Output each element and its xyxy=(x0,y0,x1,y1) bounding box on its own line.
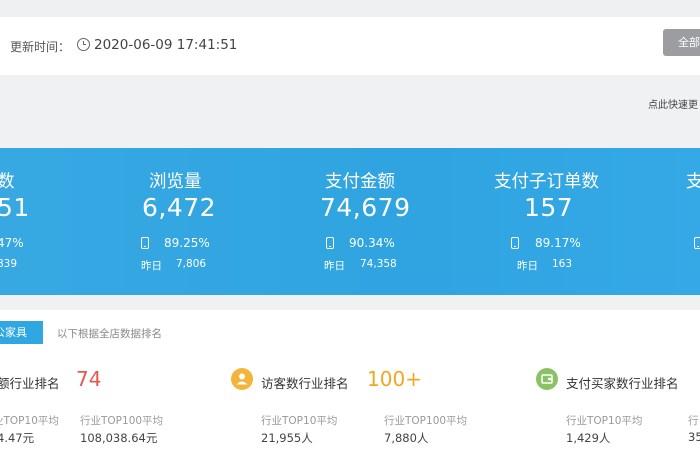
top10-avg-value: 21,955人 xyxy=(261,431,313,445)
top100-avg-label: 行业TOP100平均 xyxy=(80,415,164,427)
top10-avg-label: 业TOP10平均 xyxy=(0,415,59,427)
tab-category[interactable]: 公家具 xyxy=(0,321,43,344)
rank-basis-note: 以下根据全店数据排名 xyxy=(57,328,162,340)
top10-avg-value: 1,429人 xyxy=(566,431,611,445)
top10-avg-value: 4.47元 xyxy=(0,431,35,445)
top100-avg-value: 7,880人 xyxy=(384,431,429,445)
metric-yesterday-label: 昨日 xyxy=(141,260,162,272)
rank-value: 100+ xyxy=(367,367,422,391)
mobile-icon xyxy=(694,237,700,249)
top100-avg-label: 行业TOP100平均 xyxy=(384,415,468,427)
rank-label: 访客数行业排名 xyxy=(261,376,349,391)
metric-yesterday-label: 昨日 xyxy=(324,260,345,272)
mobile-icon xyxy=(141,237,149,249)
top100-avg-value: 35 xyxy=(688,430,700,444)
person-icon xyxy=(231,368,253,390)
metric-title: 支付子订单数 xyxy=(494,172,599,192)
industry-rank-panel: 公家具 以下根据全店数据排名 额行业排名 74 业TOP10平均 4.47元 行… xyxy=(0,310,700,470)
wallet-icon xyxy=(536,368,558,390)
metric-yesterday-value: 7,806 xyxy=(176,258,207,270)
quick-update-link[interactable]: 点此快速更 xyxy=(648,96,698,111)
metric-card-visitors[interactable]: 数 51 47% 839 xyxy=(0,148,60,295)
metric-title: 支 xyxy=(686,172,700,192)
metric-yesterday-value: 839 xyxy=(0,258,18,270)
metric-yesterday-value: 163 xyxy=(552,258,573,270)
metric-yesterday-value: 74,358 xyxy=(360,258,397,270)
metric-card-paid-suborders[interactable]: 支付子订单数 157 89.17% 昨日 163 xyxy=(492,148,652,295)
rank-label: 支付买家数行业排名 xyxy=(566,376,679,391)
metric-mobile-pct: 47% xyxy=(0,236,24,250)
mobile-icon xyxy=(511,237,519,249)
metrics-banner: 数 51 47% 839 浏览量 6,472 89.25% 昨日 7,806 支… xyxy=(0,148,700,295)
metric-yesterday-label: 昨日 xyxy=(517,260,538,272)
metric-title: 支付金额 xyxy=(325,172,395,192)
metric-card-pageviews[interactable]: 浏览量 6,472 89.25% 昨日 7,806 xyxy=(140,148,280,295)
update-time-value: 2020-06-09 17:41:51 xyxy=(94,37,238,53)
top10-avg-label: 行业TOP10平均 xyxy=(566,415,643,427)
rank-label: 额行业排名 xyxy=(0,376,60,391)
update-bar: 更新时间： 2020-06-09 17:41:51 全部 xyxy=(0,17,700,75)
metric-mobile-pct: 89.25% xyxy=(164,236,210,250)
metric-card-payment-amount[interactable]: 支付金额 74,679 90.34% 昨日 74,358 xyxy=(318,148,468,295)
metric-mobile-pct: 90.34% xyxy=(349,236,395,250)
update-time-label: 更新时间： xyxy=(10,40,71,54)
clock-icon xyxy=(77,38,90,51)
rank-value: 74 xyxy=(76,367,102,391)
top10-avg-label: 行业TOP10平均 xyxy=(261,415,338,427)
all-button[interactable]: 全部 xyxy=(663,29,700,56)
top100-avg-value: 108,038.64元 xyxy=(80,431,158,445)
metric-value: 51 xyxy=(0,193,30,222)
metric-title: 浏览量 xyxy=(149,172,202,192)
metric-value: 157 xyxy=(524,193,574,222)
metric-mobile-pct: 89.17% xyxy=(535,236,581,250)
metric-card-partial[interactable]: 支 xyxy=(684,148,700,295)
metric-title: 数 xyxy=(0,172,15,192)
metric-value: 74,679 xyxy=(320,193,411,222)
mobile-icon xyxy=(326,237,334,249)
top100-avg-label: 行 xyxy=(688,415,699,427)
metric-value: 6,472 xyxy=(142,193,217,222)
